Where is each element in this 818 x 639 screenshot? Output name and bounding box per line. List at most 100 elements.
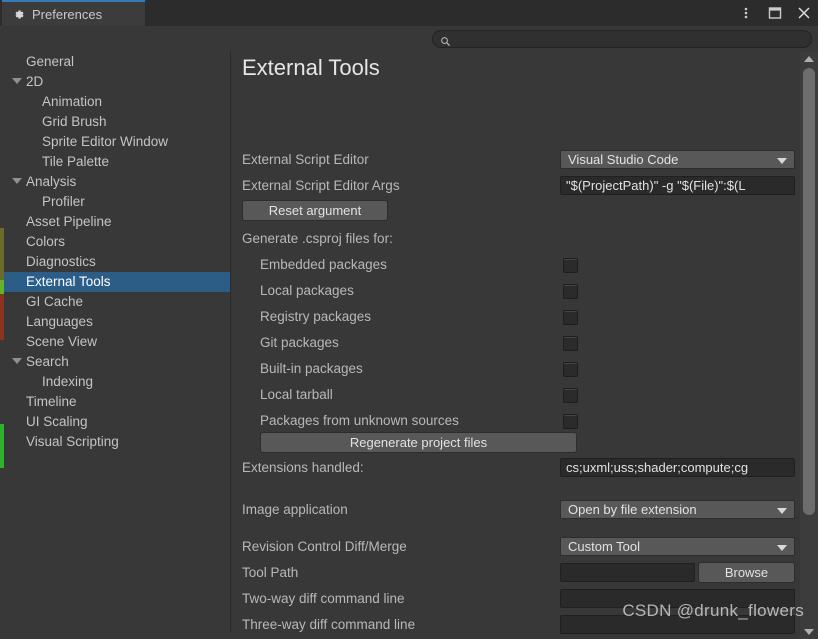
sidebar[interactable]: General 2D Animation Grid Brush Sprite Edito… bbox=[4, 52, 231, 633]
label-csproj-option: Registry packages bbox=[260, 309, 372, 324]
window-controls bbox=[738, 0, 812, 26]
sidebar-item-label: Visual Scripting bbox=[26, 434, 119, 449]
tool-path-input[interactable] bbox=[560, 563, 695, 582]
label-generate-csproj: Generate .csproj files for: bbox=[242, 231, 393, 246]
sidebar-item-label: Asset Pipeline bbox=[26, 214, 112, 229]
extensions-handled-input[interactable]: cs;uxml;uss;shader;compute;cg bbox=[560, 458, 795, 477]
gear-icon bbox=[12, 8, 25, 21]
sidebar-item-label: Languages bbox=[26, 314, 93, 329]
chevron-down-icon[interactable] bbox=[12, 178, 22, 184]
sidebar-item-label: Grid Brush bbox=[42, 114, 107, 129]
sidebar-item-label: Scene View bbox=[26, 334, 98, 349]
sidebar-item-label: Tile Palette bbox=[42, 154, 110, 169]
sidebar-item-diagnostics[interactable]: Diagnostics bbox=[4, 252, 230, 272]
preferences-window: Preferences General 2D Animation Grid Br… bbox=[0, 0, 818, 639]
search-input[interactable] bbox=[455, 31, 795, 47]
label-csproj-option: Built-in packages bbox=[260, 361, 363, 376]
label-three-way-diff: Three-way diff command line bbox=[242, 617, 416, 632]
kebab-menu-icon[interactable] bbox=[738, 5, 754, 21]
image-application-value: Open by file extension bbox=[568, 502, 697, 517]
chevron-down-icon[interactable] bbox=[12, 78, 22, 84]
triangle-down-icon[interactable] bbox=[804, 629, 814, 635]
label-external-script-editor: External Script Editor bbox=[242, 152, 369, 167]
sidebar-item-label: Timeline bbox=[26, 394, 77, 409]
sidebar-item-languages[interactable]: Languages bbox=[4, 312, 230, 332]
scroll-thumb[interactable] bbox=[803, 68, 815, 515]
sidebar-item-profiler[interactable]: Profiler bbox=[4, 192, 230, 212]
label-tool-path: Tool Path bbox=[242, 565, 299, 580]
sidebar-item-label: UI Scaling bbox=[26, 414, 88, 429]
sidebar-item-label: 2D bbox=[26, 74, 44, 89]
checkbox-csproj-option[interactable] bbox=[563, 258, 578, 273]
sidebar-item-label: Analysis bbox=[26, 174, 77, 189]
sidebar-item-label: GI Cache bbox=[26, 294, 84, 309]
sidebar-item-label: Colors bbox=[26, 234, 66, 249]
sidebar-item-colors[interactable]: Colors bbox=[4, 232, 230, 252]
checkbox-csproj-option[interactable] bbox=[563, 284, 578, 299]
chevron-down-icon[interactable] bbox=[12, 358, 22, 364]
three-way-diff-input[interactable] bbox=[560, 615, 795, 634]
search-box[interactable] bbox=[432, 30, 812, 48]
sidebar-item-label: Diagnostics bbox=[26, 254, 96, 269]
label-csproj-option: Local packages bbox=[260, 283, 354, 298]
sidebar-item-label: Animation bbox=[42, 94, 103, 109]
sidebar-item-asset-pipeline[interactable]: Asset Pipeline bbox=[4, 212, 230, 232]
label-csproj-option: Local tarball bbox=[260, 387, 333, 402]
close-icon[interactable] bbox=[796, 5, 812, 21]
checkbox-csproj-option[interactable] bbox=[563, 414, 578, 429]
label-external-script-editor-args: External Script Editor Args bbox=[242, 178, 400, 193]
sidebar-item-grid-brush[interactable]: Grid Brush bbox=[4, 112, 230, 132]
image-application-dropdown[interactable]: Open by file extension bbox=[560, 500, 795, 519]
sidebar-item-label: Search bbox=[26, 354, 69, 369]
label-revision-control: Revision Control Diff/Merge bbox=[242, 539, 407, 554]
sidebar-item-general[interactable]: General bbox=[4, 52, 230, 72]
reset-argument-button[interactable]: Reset argument bbox=[242, 200, 388, 221]
checkbox-csproj-option[interactable] bbox=[563, 362, 578, 377]
sidebar-nav-list: General 2D Animation Grid Brush Sprite Edito… bbox=[4, 52, 230, 452]
content-panel: External Tools External Script Editor Vi… bbox=[232, 52, 818, 639]
vertical-scrollbar[interactable] bbox=[800, 52, 818, 639]
external-script-editor-value: Visual Studio Code bbox=[568, 152, 679, 167]
sidebar-item-label: External Tools bbox=[26, 274, 111, 289]
checkbox-csproj-option[interactable] bbox=[563, 310, 578, 325]
chevron-down-icon bbox=[777, 545, 787, 551]
external-script-editor-args-input[interactable]: "$(ProjectPath)" -g "$(File)":$(L bbox=[560, 176, 795, 195]
label-image-application: Image application bbox=[242, 502, 348, 517]
sidebar-item-tile-palette[interactable]: Tile Palette bbox=[4, 152, 230, 172]
external-script-editor-dropdown[interactable]: Visual Studio Code bbox=[560, 150, 795, 169]
sidebar-item-2d[interactable]: 2D bbox=[4, 72, 230, 92]
chevron-down-icon bbox=[777, 508, 787, 514]
tab-label: Preferences bbox=[32, 6, 103, 22]
sidebar-item-analysis[interactable]: Analysis bbox=[4, 172, 230, 192]
checkbox-csproj-option[interactable] bbox=[563, 336, 578, 351]
triangle-up-icon[interactable] bbox=[804, 56, 814, 62]
sidebar-item-animation[interactable]: Animation bbox=[4, 92, 230, 112]
label-extensions-handled: Extensions handled: bbox=[242, 460, 364, 475]
sidebar-item-external-tools[interactable]: External Tools bbox=[4, 272, 230, 292]
sidebar-item-ui-scaling[interactable]: UI Scaling bbox=[4, 412, 230, 432]
sidebar-item-label: Sprite Editor Window bbox=[42, 134, 169, 149]
sidebar-item-indexing[interactable]: Indexing bbox=[4, 372, 230, 392]
checkbox-csproj-option[interactable] bbox=[563, 388, 578, 403]
page-title: External Tools bbox=[242, 55, 380, 80]
sidebar-item-scene-view[interactable]: Scene View bbox=[4, 332, 230, 352]
sidebar-item-search[interactable]: Search bbox=[4, 352, 230, 372]
sidebar-item-visual-scripting[interactable]: Visual Scripting bbox=[4, 432, 230, 452]
revision-control-value: Custom Tool bbox=[568, 539, 641, 554]
sidebar-item-label: Profiler bbox=[42, 194, 85, 209]
title-bar: Preferences bbox=[0, 0, 818, 26]
tab-preferences[interactable]: Preferences bbox=[2, 0, 145, 26]
sidebar-item-label: Indexing bbox=[42, 374, 94, 389]
sidebar-item-timeline[interactable]: Timeline bbox=[4, 392, 230, 412]
sidebar-item-gi-cache[interactable]: GI Cache bbox=[4, 292, 230, 312]
regenerate-project-files-button[interactable]: Regenerate project files bbox=[260, 432, 577, 453]
sidebar-item-sprite-editor-window[interactable]: Sprite Editor Window bbox=[4, 132, 230, 152]
revision-control-dropdown[interactable]: Custom Tool bbox=[560, 537, 795, 556]
label-two-way-diff: Two-way diff command line bbox=[242, 591, 405, 606]
search-icon bbox=[440, 34, 451, 46]
two-way-diff-input[interactable] bbox=[560, 589, 795, 608]
label-csproj-option: Git packages bbox=[260, 335, 339, 350]
browse-button[interactable]: Browse bbox=[698, 562, 795, 583]
maximize-icon[interactable] bbox=[767, 5, 783, 21]
label-csproj-option: Embedded packages bbox=[260, 257, 387, 272]
